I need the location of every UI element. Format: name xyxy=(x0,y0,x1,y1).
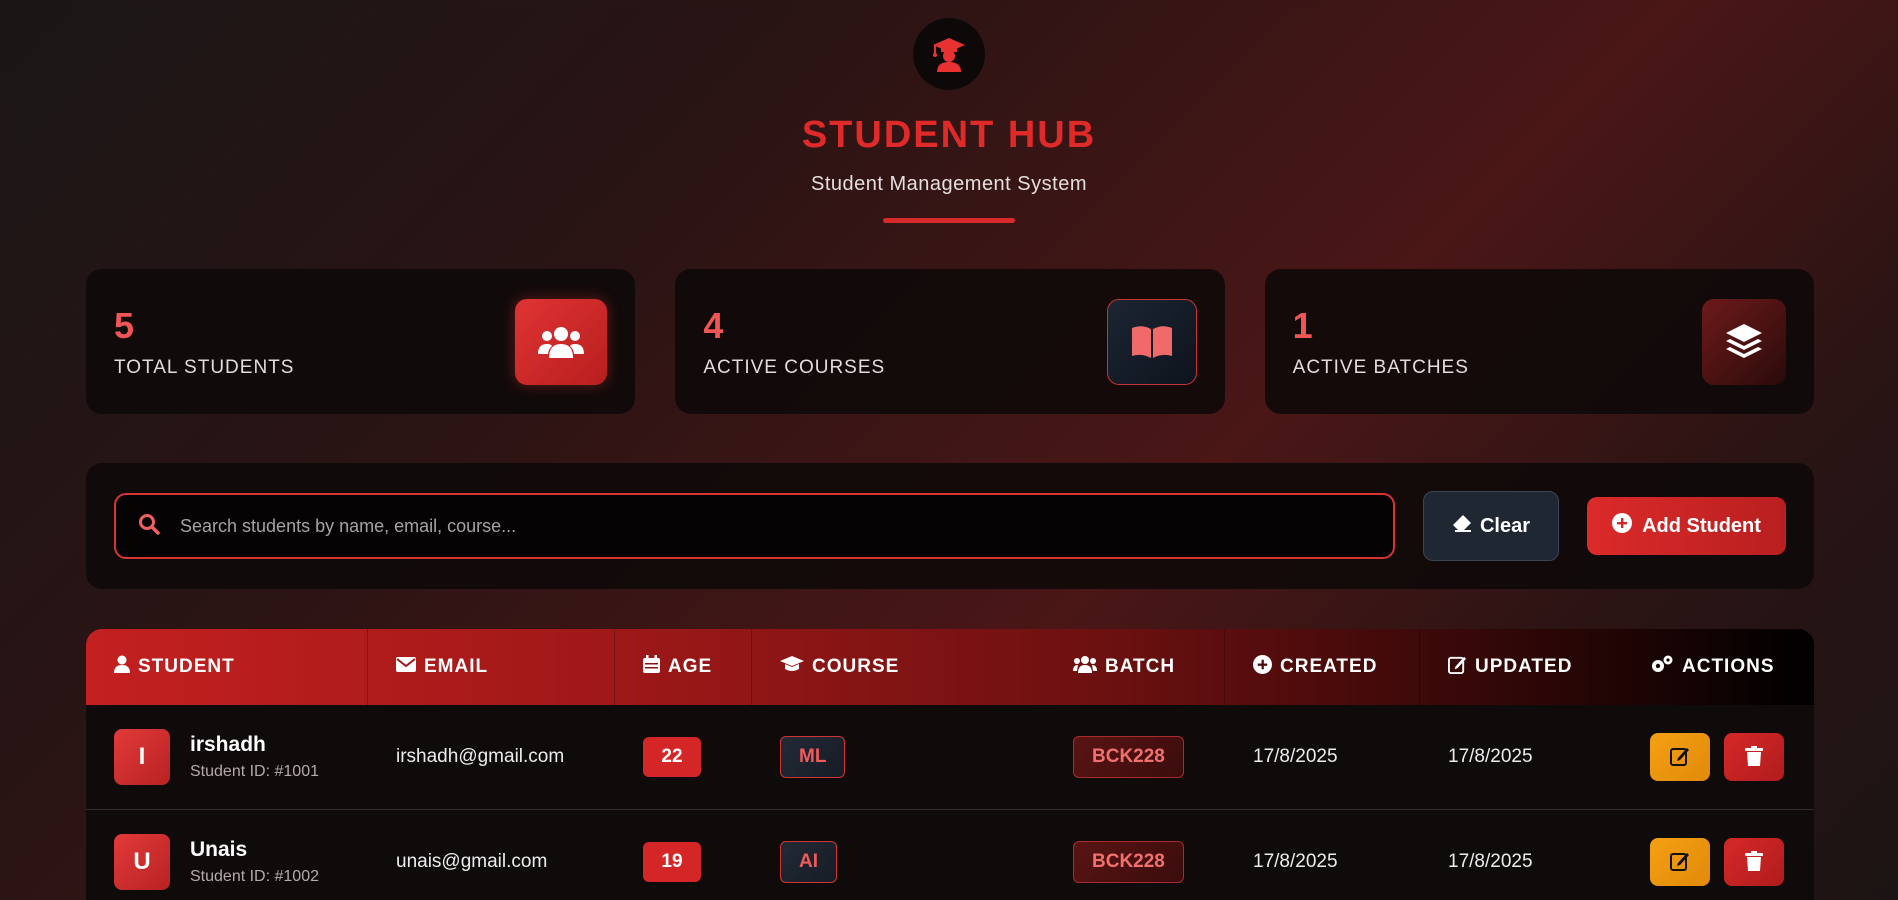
add-student-label: Add Student xyxy=(1642,514,1761,537)
clear-button[interactable]: Clear xyxy=(1423,491,1559,561)
col-course[interactable]: COURSE xyxy=(752,629,1045,705)
book-icon xyxy=(1106,298,1197,385)
search-box[interactable] xyxy=(114,493,1395,559)
age-badge: 19 xyxy=(643,842,701,882)
layers-icon xyxy=(1701,298,1786,385)
course-cell: ML xyxy=(752,705,1045,809)
calendar-icon xyxy=(643,655,660,679)
stat-label: ACTIVE BATCHES xyxy=(1292,356,1469,378)
graduate-icon xyxy=(913,18,985,90)
search-input[interactable] xyxy=(180,515,1371,537)
edit-button[interactable] xyxy=(1650,733,1710,781)
user-icon xyxy=(114,655,130,679)
page-header: STUDENT HUB Student Management System xyxy=(0,0,1898,223)
edit-button[interactable] xyxy=(1650,838,1710,886)
users-icon xyxy=(515,298,608,385)
page-subtitle: Student Management System xyxy=(811,173,1087,195)
student-id: Student ID: #1001 xyxy=(190,763,319,780)
edit-icon xyxy=(1670,851,1690,874)
updated-cell: 17/8/2025 xyxy=(1448,851,1533,872)
delete-button[interactable] xyxy=(1724,733,1784,781)
col-label: ACTIONS xyxy=(1682,656,1775,677)
col-label: BATCH xyxy=(1105,656,1176,677)
stat-value: 4 xyxy=(703,304,724,346)
stat-card-active-batches: 1 ACTIVE BATCHES xyxy=(1264,269,1814,414)
users-icon xyxy=(1073,655,1097,679)
actions-cell xyxy=(1622,705,1814,809)
age-cell: 22 xyxy=(615,705,752,809)
gears-icon xyxy=(1650,654,1674,680)
students-table: STUDENT EMAIL AGE COURSE BATCH CREATED U… xyxy=(86,629,1814,900)
stat-card-total-students: 5 TOTAL STUDENTS xyxy=(86,269,636,414)
col-age[interactable]: AGE xyxy=(615,629,752,705)
batch-cell: BCK228 xyxy=(1045,705,1225,809)
envelope-icon xyxy=(396,656,416,678)
edit-icon xyxy=(1448,655,1467,680)
col-label: UPDATED xyxy=(1475,656,1573,677)
col-updated[interactable]: UPDATED xyxy=(1420,629,1622,705)
clear-button-label: Clear xyxy=(1479,514,1531,537)
plus-circle-icon xyxy=(1612,513,1633,539)
col-batch[interactable]: BATCH xyxy=(1045,629,1225,705)
student-name: irshadh xyxy=(190,733,266,756)
email-cell: unais@gmail.com xyxy=(396,851,548,872)
search-toolbar: Clear Add Student xyxy=(86,463,1814,589)
stat-value: 1 xyxy=(1292,304,1313,346)
col-email[interactable]: EMAIL xyxy=(368,629,615,705)
col-label: EMAIL xyxy=(424,656,489,677)
graduation-cap-icon xyxy=(780,655,804,679)
trash-icon xyxy=(1745,850,1763,874)
col-created[interactable]: CREATED xyxy=(1225,629,1420,705)
age-cell: 19 xyxy=(615,810,752,900)
course-cell: AI xyxy=(752,810,1045,900)
student-cell: I irshadh Student ID: #1001 xyxy=(86,705,368,809)
stat-card-active-courses: 4 ACTIVE COURSES xyxy=(675,269,1225,414)
title-divider xyxy=(883,218,1015,223)
student-cell: U Unais Student ID: #1002 xyxy=(86,810,368,900)
trash-icon xyxy=(1745,745,1763,769)
col-label: CREATED xyxy=(1280,656,1378,677)
avatar: I xyxy=(114,729,170,785)
col-student[interactable]: STUDENT xyxy=(86,629,368,705)
batch-badge: BCK228 xyxy=(1073,841,1184,883)
col-actions: ACTIONS xyxy=(1622,629,1814,705)
created-cell: 17/8/2025 xyxy=(1253,746,1338,767)
edit-icon xyxy=(1670,746,1690,769)
stat-value: 5 xyxy=(114,304,135,346)
course-badge: AI xyxy=(780,841,837,883)
plus-circle-icon xyxy=(1253,654,1272,680)
stat-label: TOTAL STUDENTS xyxy=(114,356,295,378)
updated-cell: 17/8/2025 xyxy=(1448,746,1533,767)
page-title: STUDENT HUB xyxy=(801,114,1097,156)
search-icon xyxy=(138,513,160,540)
batch-cell: BCK228 xyxy=(1045,810,1225,900)
student-id: Student ID: #1002 xyxy=(190,868,319,885)
avatar: U xyxy=(114,834,170,890)
batch-badge: BCK228 xyxy=(1073,736,1184,778)
course-badge: ML xyxy=(780,736,846,778)
add-student-button[interactable]: Add Student xyxy=(1587,497,1786,555)
col-label: STUDENT xyxy=(138,656,235,677)
col-label: COURSE xyxy=(812,656,900,677)
col-label: AGE xyxy=(668,656,713,677)
actions-cell xyxy=(1622,810,1814,900)
delete-button[interactable] xyxy=(1724,838,1784,886)
table-row: I irshadh Student ID: #1001 irshadh@gmai… xyxy=(86,705,1814,810)
table-row: U Unais Student ID: #1002 unais@gmail.co… xyxy=(86,810,1814,900)
stats-row: 5 TOTAL STUDENTS 4 ACTIVE COURSES 1 ACTI… xyxy=(86,269,1814,414)
student-name: Unais xyxy=(190,838,248,861)
email-cell: irshadh@gmail.com xyxy=(396,746,565,767)
eraser-icon xyxy=(1452,514,1472,538)
age-badge: 22 xyxy=(643,737,701,777)
created-cell: 17/8/2025 xyxy=(1253,851,1338,872)
table-header: STUDENT EMAIL AGE COURSE BATCH CREATED U… xyxy=(86,629,1814,705)
stat-label: ACTIVE COURSES xyxy=(703,356,886,378)
